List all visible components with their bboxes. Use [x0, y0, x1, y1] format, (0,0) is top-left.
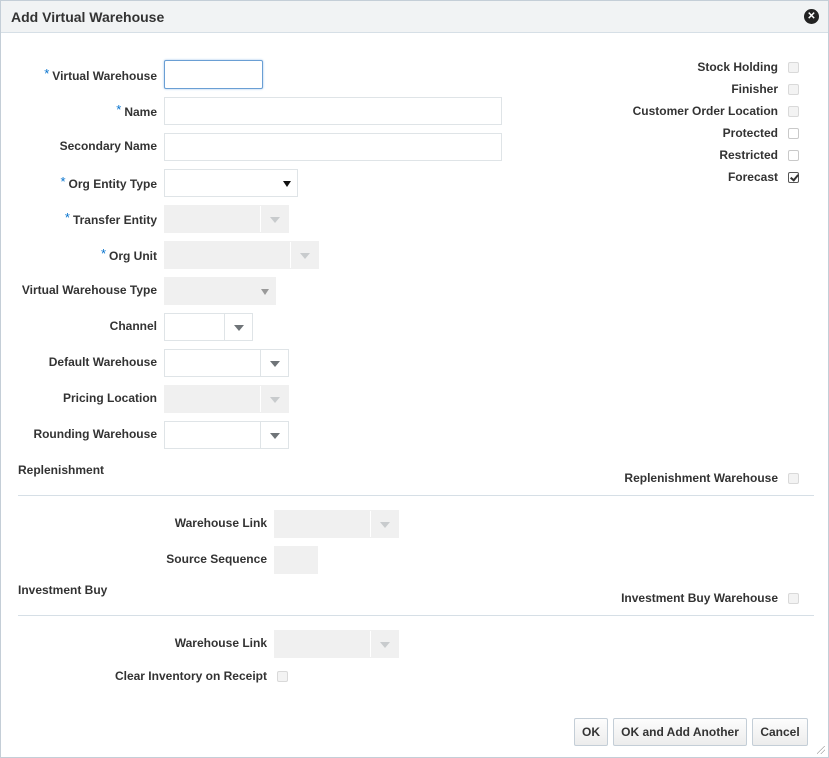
- chevron-down-icon: [270, 361, 280, 367]
- channel-label: Channel: [109, 319, 157, 333]
- section-divider: [18, 615, 814, 616]
- secondary-name-label: Secondary Name: [59, 139, 157, 153]
- name-label: * Name: [116, 102, 157, 119]
- pricing-location-select[interactable]: [164, 385, 289, 413]
- ok-button[interactable]: OK: [574, 718, 608, 746]
- dropdown-button[interactable]: [260, 422, 288, 448]
- required-marker: *: [116, 102, 122, 117]
- default-warehouse-select[interactable]: [164, 349, 289, 377]
- finisher-label: Finisher: [731, 82, 778, 96]
- rounding-warehouse-select[interactable]: [164, 421, 289, 449]
- dropdown-button[interactable]: [260, 386, 288, 412]
- investment-buy-section-title: Investment Buy: [18, 583, 108, 597]
- investment-warehouse-link-select[interactable]: [274, 630, 399, 658]
- ok-and-add-another-button[interactable]: OK and Add Another: [613, 718, 747, 746]
- investment-warehouse-link-label: Warehouse Link: [174, 636, 267, 650]
- chevron-down-icon: [380, 522, 390, 528]
- dropdown-button[interactable]: [224, 314, 252, 340]
- stock-holding-checkbox[interactable]: [788, 62, 799, 73]
- rounding-warehouse-label: Rounding Warehouse: [33, 427, 157, 441]
- source-sequence-label: Source Sequence: [166, 552, 267, 566]
- dropdown-arrow-icon: [283, 181, 291, 187]
- forecast-label: Forecast: [727, 170, 778, 184]
- required-marker: *: [44, 66, 50, 81]
- cancel-button[interactable]: Cancel: [752, 718, 808, 746]
- org-unit-select[interactable]: [164, 241, 319, 269]
- investment-buy-warehouse-label: Investment Buy Warehouse: [621, 591, 778, 605]
- replenishment-warehouse-link-label: Warehouse Link: [174, 516, 267, 530]
- org-entity-type-select[interactable]: [164, 169, 298, 197]
- dropdown-button[interactable]: [260, 206, 288, 232]
- customer-order-location-checkbox[interactable]: [788, 106, 799, 117]
- replenishment-warehouse-link-select[interactable]: [274, 510, 399, 538]
- virtual-warehouse-type-select[interactable]: [164, 277, 276, 305]
- virtual-warehouse-input[interactable]: [164, 60, 263, 89]
- protected-checkbox[interactable]: [788, 128, 799, 139]
- clear-inventory-label: Clear Inventory on Receipt: [114, 669, 267, 683]
- close-icon[interactable]: ✕: [804, 9, 819, 24]
- resize-grip-icon[interactable]: [817, 746, 825, 754]
- replenishment-warehouse-checkbox[interactable]: [788, 473, 799, 484]
- chevron-down-icon: [270, 433, 280, 439]
- source-sequence-input[interactable]: [274, 546, 318, 574]
- secondary-name-input[interactable]: [164, 133, 502, 161]
- chevron-down-icon: [270, 217, 280, 223]
- dropdown-button[interactable]: [260, 350, 288, 376]
- replenishment-warehouse-label: Replenishment Warehouse: [624, 471, 778, 485]
- restricted-label: Restricted: [719, 148, 778, 162]
- chevron-down-icon: [270, 397, 280, 403]
- org-unit-label: * Org Unit: [100, 246, 157, 263]
- required-marker: *: [64, 210, 70, 225]
- clear-inventory-checkbox[interactable]: [277, 671, 288, 682]
- transfer-entity-label: * Transfer Entity: [64, 210, 157, 227]
- chevron-down-icon: [234, 325, 244, 331]
- default-warehouse-label: Default Warehouse: [48, 355, 157, 369]
- replenishment-section-title: Replenishment: [18, 463, 105, 477]
- dropdown-button[interactable]: [290, 242, 318, 268]
- add-virtual-warehouse-dialog: Add Virtual Warehouse ✕ * Virtual Warehou…: [0, 0, 829, 758]
- name-input[interactable]: [164, 97, 502, 125]
- channel-select[interactable]: [164, 313, 253, 341]
- required-marker: *: [100, 246, 106, 261]
- restricted-checkbox[interactable]: [788, 150, 799, 161]
- investment-buy-warehouse-checkbox[interactable]: [788, 593, 799, 604]
- dropdown-button[interactable]: [370, 631, 398, 657]
- virtual-warehouse-label: * Virtual Warehouse: [44, 66, 157, 83]
- customer-order-location-label: Customer Order Location: [632, 104, 778, 118]
- dialog-titlebar: Add Virtual Warehouse ✕: [1, 1, 828, 33]
- dropdown-arrow-icon: [261, 289, 269, 295]
- protected-label: Protected: [722, 126, 778, 140]
- dialog-title: Add Virtual Warehouse: [11, 9, 165, 25]
- org-entity-type-label: * Org Entity Type: [60, 174, 157, 191]
- dropdown-button[interactable]: [370, 511, 398, 537]
- finisher-checkbox[interactable]: [788, 84, 799, 95]
- pricing-location-label: Pricing Location: [62, 391, 157, 405]
- stock-holding-label: Stock Holding: [697, 60, 778, 74]
- virtual-warehouse-type-label: Virtual Warehouse Type: [21, 283, 157, 297]
- required-marker: *: [60, 174, 66, 189]
- chevron-down-icon: [300, 253, 310, 259]
- chevron-down-icon: [380, 642, 390, 648]
- section-divider: [18, 495, 814, 496]
- forecast-checkbox[interactable]: [788, 172, 799, 183]
- transfer-entity-select[interactable]: [164, 205, 289, 233]
